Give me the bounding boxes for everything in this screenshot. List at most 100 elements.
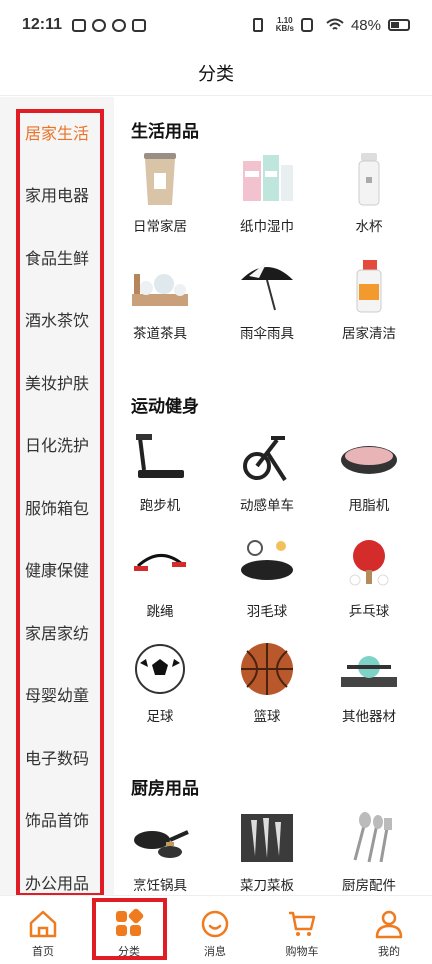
speed-unit: KB/s — [275, 24, 294, 33]
category-content: 生活用品 日常家居 纸巾湿巾 水杯 茶道茶具 雨伞雨具 居家清洁 运动健身 跑步… — [114, 97, 432, 895]
cleaning-spray-image — [339, 258, 399, 314]
spin-bike-image — [237, 430, 297, 486]
header: 分类 — [0, 50, 432, 96]
cart-icon — [289, 911, 316, 936]
sidebar-item-fresh-food[interactable]: 食品生鲜 — [0, 237, 114, 277]
tea-set-image — [130, 258, 190, 314]
category-item-label: 篮球 — [253, 709, 281, 725]
category-item[interactable]: 居家清洁 — [323, 258, 415, 342]
water-cup-image — [339, 151, 399, 207]
category-item[interactable]: 水杯 — [323, 151, 415, 235]
home-icon — [29, 910, 57, 938]
category-item[interactable]: 动感单车 — [221, 430, 313, 514]
category-item-label: 雨伞雨具 — [240, 326, 294, 342]
cookware-image — [130, 810, 190, 866]
status-bar: 12:11 1.10 KB/s 48% — [0, 0, 432, 50]
clock: 12:11 — [22, 16, 63, 33]
category-item[interactable]: 羽毛球 — [221, 536, 313, 620]
tab-label: 分类 — [118, 945, 140, 958]
category-item[interactable]: 其他器材 — [323, 641, 415, 725]
tissue-pack-image — [237, 151, 297, 207]
sidebar-item-digital[interactable]: 电子数码 — [0, 737, 114, 777]
section-title: 运动健身 — [131, 397, 199, 417]
category-item[interactable]: 篮球 — [221, 641, 313, 725]
category-item-label: 茶道茶具 — [133, 326, 187, 342]
badminton-image — [237, 536, 297, 592]
tab-home[interactable]: 首页 — [0, 896, 86, 964]
sidebar-item-jewelry[interactable]: 饰品首饰 — [0, 799, 114, 839]
tab-label: 消息 — [204, 945, 226, 958]
category-item[interactable]: 纸巾湿巾 — [221, 151, 313, 235]
mail-icon — [72, 18, 87, 32]
tab-category[interactable]: 分类 — [86, 896, 172, 964]
sidebar-item-drinks-tea[interactable]: 酒水茶饮 — [0, 299, 114, 339]
user-icon — [375, 910, 403, 939]
category-item[interactable]: 雨伞雨具 — [221, 258, 313, 342]
sidebar-item-health[interactable]: 健康保健 — [0, 549, 114, 589]
tab-messages[interactable]: 消息 — [172, 896, 258, 964]
category-sidebar: 居家生活 家用电器 食品生鲜 酒水茶饮 美妆护肤 日化洗护 服饰箱包 健康保健 … — [0, 97, 114, 897]
category-item[interactable]: 菜刀菜板 — [221, 810, 313, 894]
tab-profile[interactable]: 我的 — [346, 896, 432, 964]
battery-percent: 48% — [350, 16, 381, 34]
category-item[interactable]: 足球 — [114, 641, 206, 725]
category-item[interactable]: 茶道茶具 — [114, 258, 206, 342]
category-item-label: 跑步机 — [139, 498, 181, 514]
photo-icon — [132, 18, 147, 32]
category-item[interactable]: 烹饪锅具 — [114, 810, 206, 894]
sidebar-item-appliances[interactable]: 家用电器 — [0, 174, 114, 214]
category-item-label: 甩脂机 — [348, 498, 390, 514]
vibration-plate-image — [339, 430, 399, 486]
category-item-label: 其他器材 — [342, 709, 396, 725]
category-item-label: 动感单车 — [240, 498, 294, 514]
tab-cart[interactable]: 购物车 — [259, 896, 345, 964]
category-item-label: 厨房配件 — [342, 878, 396, 894]
vibrate-icon — [252, 18, 263, 32]
section-title: 生活用品 — [131, 122, 199, 142]
sidebar-item-apparel-bags[interactable]: 服饰箱包 — [0, 487, 114, 527]
category-item-label: 水杯 — [355, 219, 383, 235]
battery-icon — [388, 19, 410, 31]
page-title: 分类 — [198, 63, 234, 85]
trash-bin-image — [130, 151, 190, 207]
treadmill-image — [130, 430, 190, 486]
category-item[interactable]: 乒乓球 — [323, 536, 415, 620]
sidebar-item-mother-baby[interactable]: 母婴幼童 — [0, 674, 114, 714]
wifi-icon — [326, 18, 344, 30]
basketball-image — [237, 641, 297, 697]
sidebar-item-personal-care[interactable]: 日化洗护 — [0, 424, 114, 464]
section-title: 厨房用品 — [131, 779, 199, 799]
ping-pong-image — [339, 536, 399, 592]
sidebar-item-home-living[interactable]: 居家生活 — [0, 112, 114, 152]
jump-rope-image — [130, 536, 190, 592]
app-notification-icon — [92, 18, 107, 32]
ab-roller-image — [339, 641, 399, 697]
category-item[interactable]: 甩脂机 — [323, 430, 415, 514]
category-item[interactable]: 厨房配件 — [323, 810, 415, 894]
tab-label: 购物车 — [285, 945, 319, 958]
message-smile-icon — [201, 910, 229, 938]
category-item-label: 烹饪锅具 — [133, 878, 187, 894]
category-item-label: 居家清洁 — [342, 326, 396, 342]
cat-app-icon — [112, 18, 127, 32]
sim-icon — [300, 18, 313, 32]
tab-label: 我的 — [378, 945, 400, 958]
category-item-label: 纸巾湿巾 — [240, 219, 294, 235]
category-item-label: 羽毛球 — [246, 604, 288, 620]
category-item[interactable]: 日常家居 — [114, 151, 206, 235]
category-item[interactable]: 跑步机 — [114, 430, 206, 514]
sidebar-item-beauty[interactable]: 美妆护肤 — [0, 362, 114, 402]
tab-label: 首页 — [32, 945, 54, 958]
category-icon — [116, 908, 144, 936]
kitchen-utensils-image — [339, 810, 399, 866]
football-image — [130, 641, 190, 697]
category-item-label: 菜刀菜板 — [240, 878, 294, 894]
category-item-label: 足球 — [146, 709, 174, 725]
category-item-label: 日常家居 — [133, 219, 187, 235]
bottom-tab-bar: 首页 分类 消息 购物车 我的 — [0, 895, 432, 964]
network-speed: 1.10 KB/s — [276, 17, 294, 33]
knife-board-image — [237, 810, 297, 866]
sidebar-item-home-textiles[interactable]: 家居家纺 — [0, 612, 114, 652]
category-item-label: 乒乓球 — [348, 604, 390, 620]
category-item[interactable]: 跳绳 — [114, 536, 206, 620]
